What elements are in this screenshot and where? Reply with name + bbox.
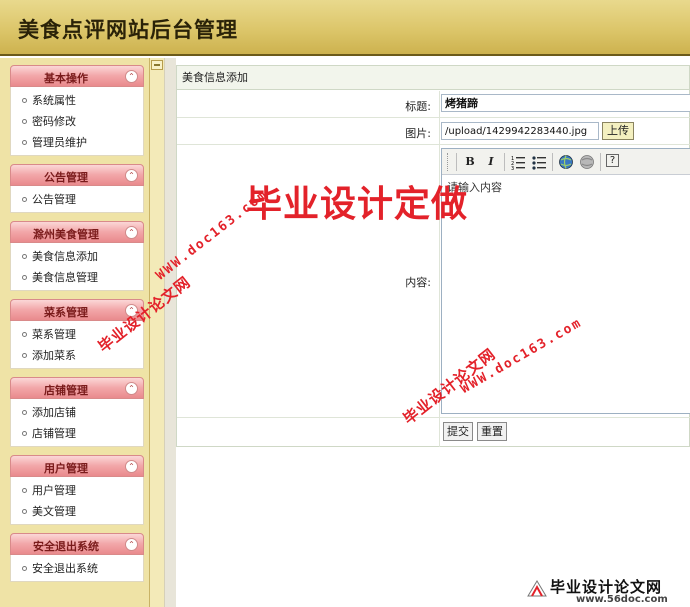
ordered-list-icon[interactable]: 123 <box>510 154 526 172</box>
title-input[interactable] <box>441 94 690 112</box>
menu-group-title: 店铺管理 <box>44 384 88 397</box>
collapse-sidebar-icon[interactable] <box>151 60 163 70</box>
app-header: 美食点评网站后台管理 <box>0 0 690 56</box>
sidebar-splitter[interactable] <box>150 58 164 607</box>
menu-group-title: 用户管理 <box>44 462 88 475</box>
menu-group-user: 用户管理 ⌃ 用户管理 美文管理 <box>10 455 144 525</box>
menu-group-header[interactable]: 店铺管理 ⌃ <box>10 377 144 399</box>
bullet-icon <box>22 196 27 202</box>
bold-icon[interactable]: B <box>462 154 478 170</box>
content-label: 内容: <box>405 276 431 289</box>
sidebar-item-user-manage[interactable]: 用户管理 <box>11 480 143 501</box>
bullet-icon <box>22 118 27 124</box>
menu-group-header[interactable]: 基本操作 ⌃ <box>10 65 144 87</box>
editor-toolbar: B I 123 ? <box>442 149 690 175</box>
toolbar-grip <box>447 153 450 171</box>
image-row: 图片: 上传 <box>177 118 690 145</box>
sidebar-item-store-add[interactable]: 添加店铺 <box>11 402 143 423</box>
collapse-icon[interactable]: ⌃ <box>125 70 138 83</box>
sidebar-item-store-manage[interactable]: 店铺管理 <box>11 423 143 444</box>
collapse-icon[interactable]: ⌃ <box>125 169 138 182</box>
bullet-icon <box>22 409 27 415</box>
title-row: 标题: <box>177 91 690 118</box>
bullet-icon <box>22 97 27 103</box>
menu-group-store: 店铺管理 ⌃ 添加店铺 店铺管理 <box>10 377 144 447</box>
sidebar-item-food-manage[interactable]: 美食信息管理 <box>11 267 143 288</box>
collapse-icon[interactable]: ⌃ <box>125 382 138 395</box>
toolbar-separator <box>456 153 457 171</box>
link-icon[interactable] <box>558 154 574 170</box>
menu-group-announcement: 公告管理 ⌃ 公告管理 <box>10 164 144 213</box>
menu-group-title: 菜系管理 <box>44 306 88 319</box>
collapse-icon[interactable]: ⌃ <box>125 460 138 473</box>
menu-group-food: 滁州美食管理 ⌃ 美食信息添加 美食信息管理 <box>10 221 144 291</box>
collapse-icon[interactable]: ⌃ <box>125 538 138 551</box>
bullet-icon <box>22 430 27 436</box>
toolbar-separator <box>504 153 505 171</box>
submit-button[interactable]: 提交 <box>443 422 473 441</box>
site-logo: 毕业设计论文网 www.56doc.com <box>520 574 690 607</box>
sidebar-item-change-password[interactable]: 密码修改 <box>11 111 143 132</box>
menu-group-title: 公告管理 <box>44 171 88 184</box>
app-title: 美食点评网站后台管理 <box>18 17 238 42</box>
bullet-icon <box>22 274 27 280</box>
content-gutter <box>164 58 176 607</box>
logo-mark-icon <box>527 580 547 597</box>
sidebar-item-system-properties[interactable]: 系统属性 <box>11 90 143 111</box>
actions-row: 提交 重置 <box>177 418 690 447</box>
title-label: 标题: <box>405 100 431 113</box>
bullet-icon <box>22 139 27 145</box>
menu-group-header[interactable]: 安全退出系统 ⌃ <box>10 533 144 555</box>
menu-group-title: 滁州美食管理 <box>33 228 99 241</box>
bullet-icon <box>22 508 27 514</box>
help-icon[interactable]: ? <box>606 154 619 167</box>
svg-text:3: 3 <box>511 166 514 170</box>
upload-button[interactable]: 上传 <box>602 122 634 140</box>
sidebar-item-announcement-manage[interactable]: 公告管理 <box>11 189 143 210</box>
sidebar-item-cuisine-add[interactable]: 添加菜系 <box>11 345 143 366</box>
bullet-icon <box>22 253 27 259</box>
menu-group-logout: 安全退出系统 ⌃ 安全退出系统 <box>10 533 144 582</box>
bullet-icon <box>22 331 27 337</box>
italic-icon[interactable]: I <box>483 154 499 170</box>
image-label: 图片: <box>405 127 431 140</box>
image-path-input[interactable] <box>441 122 599 140</box>
bullet-icon <box>22 487 27 493</box>
menu-group-header[interactable]: 用户管理 ⌃ <box>10 455 144 477</box>
bullet-icon <box>22 352 27 358</box>
toolbar-separator <box>600 153 601 171</box>
menu-group-header[interactable]: 滁州美食管理 ⌃ <box>10 221 144 243</box>
collapse-icon[interactable]: ⌃ <box>125 226 138 239</box>
logo-url: www.56doc.com <box>576 594 668 605</box>
menu-group-title: 基本操作 <box>44 72 88 85</box>
sidebar-item-logout[interactable]: 安全退出系统 <box>11 558 143 579</box>
sidebar-item-admin-maintenance[interactable]: 管理员维护 <box>11 132 143 153</box>
form-caption: 美食信息添加 <box>177 66 689 90</box>
menu-group-basic: 基本操作 ⌃ 系统属性 密码修改 管理员维护 <box>10 65 144 156</box>
sidebar-item-food-add[interactable]: 美食信息添加 <box>11 246 143 267</box>
bullet-icon <box>22 565 27 571</box>
menu-group-header[interactable]: 公告管理 ⌃ <box>10 164 144 186</box>
menu-group-title: 安全退出系统 <box>33 540 99 553</box>
watermark-text: 毕业设计定做 <box>246 184 469 225</box>
unordered-list-icon[interactable] <box>531 154 547 170</box>
sidebar-item-article-manage[interactable]: 美文管理 <box>11 501 143 522</box>
reset-button[interactable]: 重置 <box>477 422 507 441</box>
unlink-icon[interactable] <box>579 154 595 170</box>
toolbar-separator <box>552 153 553 171</box>
